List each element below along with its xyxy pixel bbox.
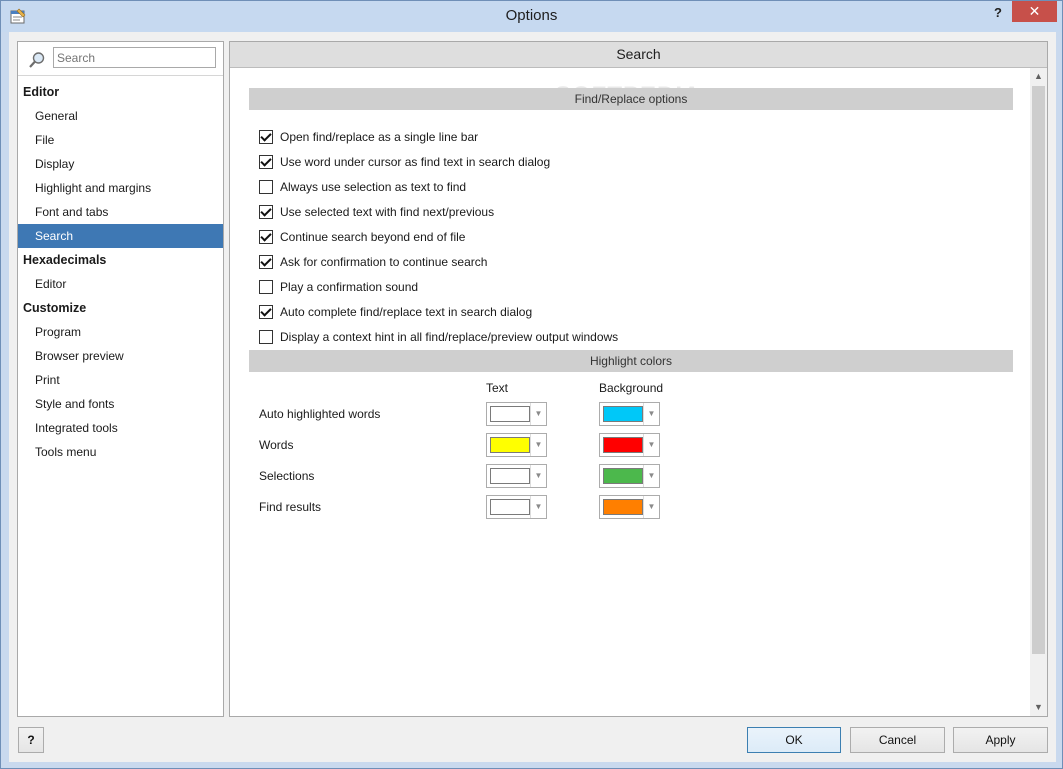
cancel-button[interactable]: Cancel: [850, 727, 945, 753]
nav-item[interactable]: Program: [18, 320, 223, 344]
color-row-label: Find results: [259, 500, 322, 514]
dropdown-arrow-icon[interactable]: ▼: [530, 434, 546, 456]
background-color-picker[interactable]: ▼: [599, 464, 660, 488]
color-swatch: [490, 468, 530, 484]
option-checkbox-row[interactable]: Use selected text with find next/previou…: [259, 203, 494, 221]
nav-item[interactable]: Font and tabs: [18, 200, 223, 224]
option-label: Ask for confirmation to continue search: [280, 255, 488, 269]
dropdown-arrow-icon[interactable]: ▼: [643, 465, 659, 487]
text-color-picker[interactable]: ▼: [486, 402, 547, 426]
color-row-label: Selections: [259, 469, 315, 483]
find-replace-section-header: Find/Replace options: [249, 88, 1013, 110]
color-swatch: [490, 499, 530, 515]
title-bar[interactable]: Options ? ✕: [1, 1, 1062, 32]
color-swatch: [490, 437, 530, 453]
text-column-header: Text: [486, 381, 509, 395]
search-options-panel: Search SOFTPEDIA Find/Replace options Op…: [229, 41, 1048, 717]
title-help-button[interactable]: ?: [986, 4, 1010, 24]
color-swatch: [490, 406, 530, 422]
color-swatch: [603, 468, 643, 484]
option-checkbox-row[interactable]: Display a context hint in all find/repla…: [259, 328, 618, 346]
checkbox-checked[interactable]: [259, 155, 273, 169]
option-checkbox-row[interactable]: Continue search beyond end of file: [259, 228, 465, 246]
background-color-picker[interactable]: ▼: [599, 495, 660, 519]
help-button[interactable]: ?: [18, 727, 44, 753]
color-swatch: [603, 499, 643, 515]
dropdown-arrow-icon[interactable]: ▼: [530, 496, 546, 518]
scroll-down-arrow-icon[interactable]: ▼: [1030, 699, 1047, 716]
apply-button[interactable]: Apply: [953, 727, 1048, 753]
background-column-header: Background: [599, 381, 664, 395]
nav-item[interactable]: General: [18, 104, 223, 128]
option-checkbox-row[interactable]: Play a confirmation sound: [259, 278, 418, 296]
option-checkbox-row[interactable]: Use word under cursor as find text in se…: [259, 153, 550, 171]
nav-item[interactable]: File: [18, 128, 223, 152]
panel-title: Search: [230, 42, 1047, 68]
text-color-picker[interactable]: ▼: [486, 464, 547, 488]
dropdown-arrow-icon[interactable]: ▼: [643, 403, 659, 425]
nav-item[interactable]: Integrated tools: [18, 416, 223, 440]
option-label: Play a confirmation sound: [280, 280, 419, 294]
nav-item[interactable]: Browser preview: [18, 344, 223, 368]
nav-group-header[interactable]: Hexadecimals: [18, 248, 223, 272]
nav-item[interactable]: Print: [18, 368, 223, 392]
option-label: Auto complete find/replace text in searc…: [280, 305, 533, 319]
nav-item[interactable]: Display: [18, 152, 223, 176]
background-color-picker[interactable]: ▼: [599, 402, 660, 426]
option-checkbox-row[interactable]: Always use selection as text to find: [259, 178, 466, 196]
search-icon: [29, 52, 45, 68]
nav-tree: Editor General File Display Highlight and ma…: [18, 80, 223, 464]
option-label: Always use selection as text to find: [280, 180, 467, 194]
option-checkbox-row[interactable]: Ask for confirmation to continue search: [259, 253, 487, 271]
close-button[interactable]: ✕: [1012, 1, 1057, 22]
nav-item[interactable]: Style and fonts: [18, 392, 223, 416]
options-window: Options ? ✕ EditorGeneralFileDisplayHigh…: [0, 0, 1063, 769]
background-color-picker[interactable]: ▼: [599, 433, 660, 457]
option-label: Use selected text with find next/previou…: [280, 205, 495, 219]
checkbox-unchecked[interactable]: [259, 280, 273, 294]
nav-search-row: [18, 42, 223, 76]
option-checkbox-row[interactable]: Auto complete find/replace text in searc…: [259, 303, 532, 321]
window-title: Options: [505, 7, 558, 24]
text-color-picker[interactable]: ▼: [486, 495, 547, 519]
option-checkbox-row[interactable]: Open find/replace as a single line bar: [259, 128, 478, 146]
checkbox-unchecked[interactable]: [259, 180, 273, 194]
dropdown-arrow-icon[interactable]: ▼: [643, 496, 659, 518]
checkbox-checked[interactable]: [259, 255, 273, 269]
dropdown-arrow-icon[interactable]: ▼: [530, 403, 546, 425]
highlight-colors-section-header: Highlight colors: [249, 350, 1013, 372]
dropdown-arrow-icon[interactable]: ▼: [643, 434, 659, 456]
checkbox-checked[interactable]: [259, 130, 273, 144]
option-label: Use word under cursor as find text in se…: [280, 155, 551, 169]
nav-item[interactable]: Tools menu: [18, 440, 223, 464]
dialog-body: EditorGeneralFileDisplayHighlight and ma…: [9, 32, 1056, 762]
checkbox-checked[interactable]: [259, 230, 273, 244]
checkbox-checked[interactable]: [259, 305, 273, 319]
vertical-scrollbar[interactable]: ▲ ▼: [1030, 68, 1047, 716]
nav-item[interactable]: Editor: [18, 272, 223, 296]
checkbox-unchecked[interactable]: [259, 330, 273, 344]
scrollbar-thumb[interactable]: [1032, 86, 1045, 654]
options-nav-panel: EditorGeneralFileDisplayHighlight and ma…: [17, 41, 224, 717]
checkbox-checked[interactable]: [259, 205, 273, 219]
ok-button[interactable]: OK: [747, 727, 841, 753]
option-label: Open find/replace as a single line bar: [280, 130, 479, 144]
nav-item[interactable]: Highlight and margins: [18, 176, 223, 200]
color-row-label: Words: [259, 438, 294, 452]
color-swatch: [603, 437, 643, 453]
nav-search-input[interactable]: [53, 47, 216, 68]
text-color-picker[interactable]: ▼: [486, 433, 547, 457]
option-label: Display a context hint in all find/repla…: [280, 330, 619, 344]
color-row-label: Auto highlighted words: [259, 407, 381, 421]
nav-group-header[interactable]: Customize: [18, 296, 223, 320]
color-swatch: [603, 406, 643, 422]
scroll-up-arrow-icon[interactable]: ▲: [1030, 68, 1047, 85]
dropdown-arrow-icon[interactable]: ▼: [530, 465, 546, 487]
nav-group-header[interactable]: Editor: [18, 80, 223, 104]
option-label: Continue search beyond end of file: [280, 230, 466, 244]
nav-item[interactable]: Search: [18, 224, 223, 248]
